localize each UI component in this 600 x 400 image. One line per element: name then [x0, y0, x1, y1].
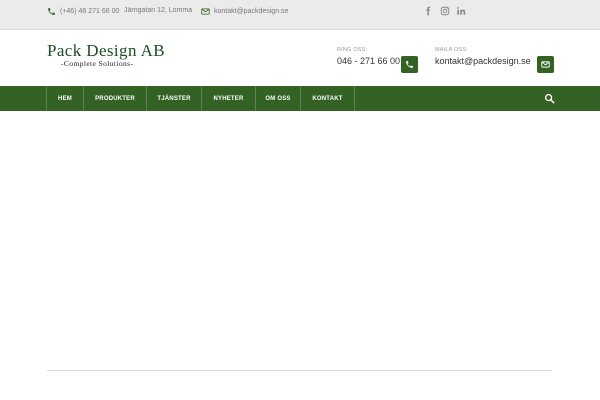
topbar-phone-text: (+46) 46 271 66 00 — [60, 8, 120, 15]
nav-item-nyheter[interactable]: NYHETER — [202, 86, 256, 111]
topbar-address-text: Järngatan 12, Lomma — [124, 7, 193, 14]
topbar-email-text: kontakt@packdesign.se — [214, 8, 289, 15]
envelope-icon — [541, 61, 550, 68]
call-us-number[interactable]: 046 - 271 66 00 — [337, 56, 400, 66]
instagram-icon[interactable] — [440, 6, 450, 16]
phone-icon — [48, 8, 55, 15]
call-us-block: RING OSS: 046 - 271 66 00 — [337, 47, 400, 66]
call-button[interactable] — [401, 56, 418, 73]
linkedin-icon[interactable] — [456, 6, 466, 16]
company-logo[interactable]: Pack Design AB -Complete Solutions- — [47, 42, 165, 68]
nav-item-om-oss[interactable]: OM OSS — [256, 86, 301, 111]
site-header: Pack Design AB -Complete Solutions- RING… — [0, 30, 600, 85]
mail-us-label: MAILA OSS: — [435, 47, 468, 53]
search-icon[interactable] — [544, 93, 555, 104]
phone-icon — [406, 61, 413, 68]
logo-title: Pack Design AB — [47, 41, 165, 60]
main-navigation: HEM PRODUKTER TJÄNSTER NYHETER OM OSS KO… — [0, 86, 600, 111]
mail-button[interactable] — [537, 56, 554, 73]
content-divider — [47, 370, 552, 371]
topbar-phone[interactable]: (+46) 46 271 66 00 — [47, 7, 119, 16]
nav-menu: HEM PRODUKTER TJÄNSTER NYHETER OM OSS KO… — [46, 86, 355, 111]
mail-us-block: MAILA OSS: kontakt@packdesign.se — [435, 47, 531, 66]
envelope-icon — [201, 8, 210, 15]
facebook-icon[interactable] — [423, 6, 433, 16]
nav-item-hem[interactable]: HEM — [47, 86, 84, 111]
nav-item-tjanster[interactable]: TJÄNSTER — [147, 86, 202, 111]
nav-item-kontakt[interactable]: KONTAKT — [301, 86, 355, 111]
topbar-address: Järngatan 12, Lomma — [124, 7, 192, 14]
mail-us-address[interactable]: kontakt@packdesign.se — [435, 56, 531, 66]
topbar-email[interactable]: kontakt@packdesign.se — [201, 7, 288, 16]
logo-tagline: -Complete Solutions- — [61, 59, 134, 68]
top-info-bar: (+46) 46 271 66 00 Järngatan 12, Lomma k… — [0, 0, 600, 30]
call-us-label: RING OSS: — [337, 47, 368, 53]
nav-item-produkter[interactable]: PRODUKTER — [84, 86, 147, 111]
